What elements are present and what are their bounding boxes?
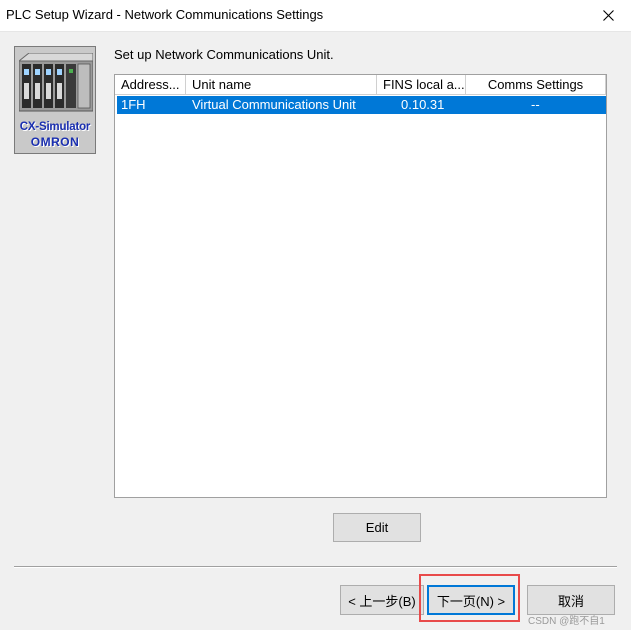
window-title: PLC Setup Wizard - Network Communication… — [6, 7, 324, 22]
logo-brand: OMRON — [30, 135, 80, 149]
column-header-unit-name[interactable]: Unit name — [186, 75, 377, 95]
network-units-list[interactable]: Address... Unit name FINS local a... Com… — [114, 74, 607, 498]
column-header-address[interactable]: Address... — [115, 75, 186, 95]
cancel-button[interactable]: 取消 — [527, 585, 615, 615]
close-button[interactable] — [585, 0, 631, 31]
back-button[interactable]: < 上一步(B) — [340, 585, 424, 615]
list-row-selected[interactable]: 1FH Virtual Communications Unit 0.10.31 … — [117, 96, 606, 114]
close-icon — [602, 10, 614, 21]
title-bar: PLC Setup Wizard - Network Communication… — [0, 0, 631, 32]
next-button[interactable]: 下一页(N) > — [427, 585, 515, 615]
product-logo: CX-Simulator OMRON — [14, 46, 96, 154]
plc-rack-icon — [19, 53, 93, 112]
cell-comms-settings: -- — [531, 97, 540, 112]
watermark-text: CSDN @跑不自1 — [528, 616, 605, 627]
cell-unit-name: Virtual Communications Unit — [192, 97, 356, 112]
edit-button[interactable]: Edit — [333, 513, 421, 542]
column-header-fins-local[interactable]: FINS local a... — [377, 75, 466, 95]
cell-fins-local: 0.10.31 — [401, 97, 445, 112]
footer-divider — [14, 566, 617, 568]
column-header-comms-settings[interactable]: Comms Settings — [466, 75, 606, 95]
list-header: Address... Unit name FINS local a... Com… — [115, 75, 606, 96]
instruction-text: Set up Network Communications Unit. — [114, 47, 334, 62]
logo-product-name: CX-Simulator — [19, 121, 91, 133]
cell-address: 1FH — [121, 97, 146, 112]
